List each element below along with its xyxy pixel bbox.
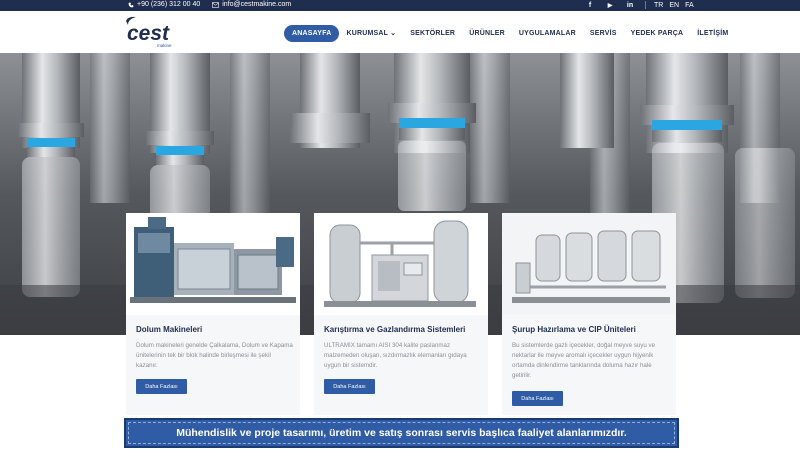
mixing-system-image[interactable] — [314, 213, 488, 315]
banner-text: Mühendislik ve proje tasarımı, üretim ve… — [176, 427, 627, 439]
contact-info: +90 (236) 312 00 40 info@cestmakine.com — [128, 1, 291, 8]
top-bar: +90 (236) 312 00 40 info@cestmakine.com … — [0, 0, 800, 11]
email-address: info@cestmakine.com — [222, 1, 292, 8]
divider — [645, 1, 646, 9]
filling-machine-image[interactable] — [126, 213, 300, 315]
card-title[interactable]: Şurup Hazırlama ve CIP Üniteleri — [512, 325, 672, 334]
svg-text:makine: makine — [157, 43, 172, 48]
more-button[interactable]: Daha Fazlası — [136, 379, 187, 394]
phone-icon — [128, 2, 134, 7]
services-banner: Mühendislik ve proje tasarımı, üretim ve… — [124, 418, 679, 448]
lang-tr[interactable]: TR — [654, 2, 663, 9]
product-card-syrup: Şurup Hazırlama ve CIP Üniteleri Bu sist… — [502, 213, 676, 415]
topbar-right: f ▶ in TR EN FA — [580, 1, 697, 9]
card-text: ULTRAMIX tamamı AISI 304 kalite paslanma… — [324, 342, 467, 369]
more-button[interactable]: Daha Fazlası — [512, 391, 563, 406]
youtube-icon[interactable]: ▶ — [600, 2, 620, 9]
product-card-mixing: Karıştırma ve Gazlandırma Sistemleri ULT… — [314, 213, 488, 415]
card-title[interactable]: Dolum Makineleri — [136, 325, 296, 334]
linkedin-icon[interactable]: in — [620, 2, 640, 9]
nav-servis[interactable]: SERVİS — [583, 25, 624, 42]
svg-text:cest: cest — [127, 22, 170, 45]
facebook-icon[interactable]: f — [580, 2, 600, 9]
product-card-filling: Dolum Makineleri Dolum makineleri geneld… — [126, 213, 300, 415]
lang-fa[interactable]: FA — [685, 2, 694, 9]
nav-kurumsal[interactable]: KURUMSAL ⌄ — [339, 24, 403, 42]
site-header: cest makine ANASAYFA KURUMSAL ⌄ SEKTÖRLE… — [0, 11, 800, 53]
more-button[interactable]: Daha Fazlası — [324, 379, 375, 394]
email-link[interactable]: info@cestmakine.com — [212, 1, 291, 8]
phone-link[interactable]: +90 (236) 312 00 40 — [128, 1, 200, 8]
nav-anasayfa[interactable]: ANASAYFA — [284, 24, 340, 42]
card-text: Dolum makineleri genelde Çalkalama, Dolu… — [136, 342, 293, 369]
nav-uygulamalar[interactable]: UYGULAMALAR — [512, 25, 583, 42]
card-text: Bu sistemlerde gazlı içecekler, doğal me… — [512, 342, 656, 379]
card-title[interactable]: Karıştırma ve Gazlandırma Sistemleri — [324, 325, 484, 334]
phone-number: +90 (236) 312 00 40 — [137, 1, 201, 8]
main-nav: ANASAYFA KURUMSAL ⌄ SEKTÖRLER ÜRÜNLER UY… — [284, 24, 735, 42]
site-logo[interactable]: cest makine — [124, 15, 180, 49]
nav-yedek-parca[interactable]: YEDEK PARÇA — [624, 25, 691, 42]
syrup-cip-image[interactable] — [502, 213, 676, 315]
envelope-icon — [212, 1, 220, 8]
lang-en[interactable]: EN — [669, 2, 679, 9]
nav-urunler[interactable]: ÜRÜNLER — [462, 25, 512, 42]
nav-sektorler[interactable]: SEKTÖRLER — [403, 25, 462, 42]
nav-iletisim[interactable]: İLETİŞİM — [690, 25, 735, 42]
